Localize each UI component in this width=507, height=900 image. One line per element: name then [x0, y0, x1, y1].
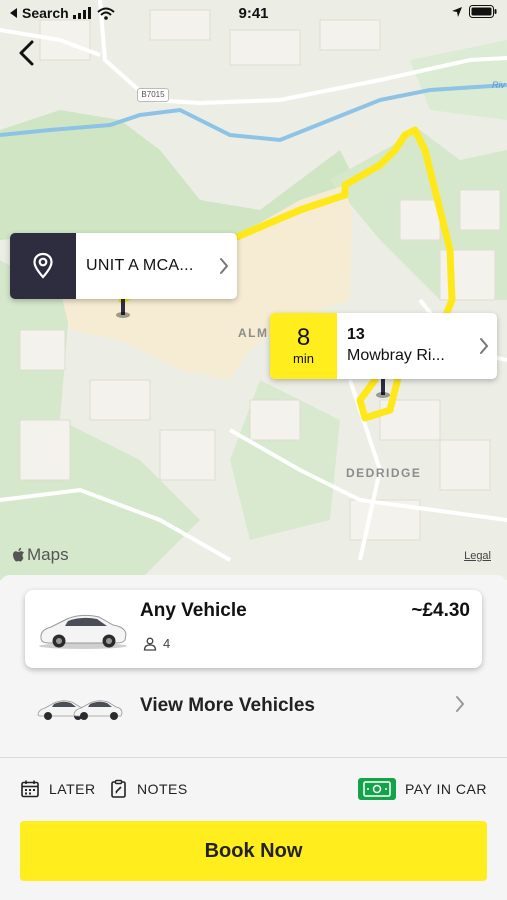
vehicle-title: Any Vehicle: [140, 600, 247, 621]
cash-icon: [357, 778, 396, 800]
legal-link[interactable]: Legal: [464, 550, 491, 562]
area-label-alm: ALM: [238, 326, 269, 340]
vehicle-card[interactable]: Any Vehicle ~£4.30 4: [25, 590, 482, 668]
payment-label: PAY IN CAR: [404, 781, 487, 797]
view-more-vehicles-label: View More Vehicles: [140, 695, 315, 716]
car-icon: [39, 614, 127, 649]
map-view[interactable]: Search 9:41 B7015 Riv ALM DEDRIDGE Maps …: [0, 0, 507, 580]
dropoff-callout[interactable]: 8 min 13 Mowbray Ri...: [270, 313, 497, 379]
chevron-right-icon: [211, 233, 237, 299]
road-label: B7015: [137, 88, 169, 102]
notes-icon: [111, 779, 126, 798]
notes-option[interactable]: NOTES: [110, 773, 188, 805]
divider: [0, 757, 507, 758]
dropoff-pin-shadow: [376, 392, 390, 398]
person-icon: [143, 637, 157, 651]
notes-label: NOTES: [137, 781, 188, 797]
booking-panel: Any Vehicle ~£4.30 4 View More Vehicles: [0, 575, 507, 900]
seat-count: 4: [163, 636, 171, 651]
vehicle-price: ~£4.30: [411, 600, 470, 621]
location-pin-icon: [33, 252, 53, 279]
dropoff-address: 13 Mowbray Ri...: [337, 313, 471, 379]
area-label-dedridge: DEDRIDGE: [346, 466, 422, 480]
book-now-button[interactable]: Book Now: [20, 821, 487, 881]
pickup-pin-shadow: [116, 312, 130, 318]
options-row: LATER NOTES PAY IN CAR: [0, 773, 507, 805]
chevron-left-icon: [19, 40, 34, 66]
later-option[interactable]: LATER: [20, 773, 96, 805]
chevron-right-icon: [456, 696, 465, 712]
back-button[interactable]: [12, 36, 40, 70]
chevron-right-icon: [471, 313, 497, 379]
later-label: LATER: [49, 781, 96, 797]
status-time: 9:41: [238, 5, 269, 22]
battery-icon: [469, 5, 497, 18]
apple-icon: [13, 547, 24, 562]
dropoff-address-line1: 13: [347, 326, 365, 343]
maps-brand-label: Maps: [27, 545, 69, 564]
view-more-vehicles-row[interactable]: View More Vehicles: [0, 683, 507, 731]
pickup-icon-box: [10, 233, 76, 299]
eta-unit: min: [293, 351, 314, 366]
cars-icon: [37, 700, 123, 720]
status-bar: Search 9:41: [0, 0, 507, 28]
location-arrow-icon: [452, 6, 462, 17]
eta-value: 8: [296, 324, 311, 351]
seat-capacity: 4: [143, 636, 170, 651]
eta-box: 8 min: [270, 313, 337, 379]
calendar-icon: [21, 780, 39, 798]
dropoff-address-line2: Mowbray Ri...: [347, 347, 445, 364]
maps-logo: Maps: [12, 545, 69, 565]
river-label: Riv: [492, 80, 505, 90]
pickup-address: UNIT A MCA...: [86, 257, 194, 274]
payment-option[interactable]: PAY IN CAR: [357, 773, 487, 805]
pickup-callout[interactable]: UNIT A MCA...: [10, 233, 237, 299]
